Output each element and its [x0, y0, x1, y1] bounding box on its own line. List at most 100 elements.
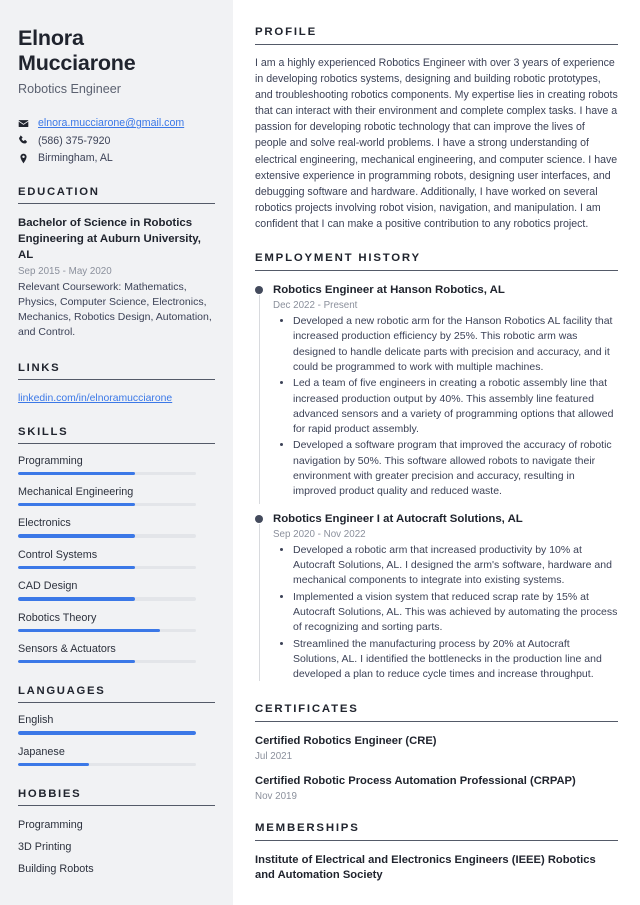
skills-item: Mechanical Engineering	[18, 486, 215, 507]
level-bar-track	[18, 628, 196, 632]
education-section: EDUCATION Bachelor of Science in Robotic…	[18, 186, 215, 340]
languages-heading: LANGUAGES	[18, 685, 215, 704]
education-degree: Bachelor of Science in Robotics Engineer…	[18, 217, 201, 262]
memberships-heading: MEMBERSHIPS	[255, 822, 618, 841]
job-title-text: Robotics Engineer I at Autocraft Solutio…	[273, 512, 523, 525]
skills-item: Sensors & Actuators	[18, 642, 215, 664]
contact-phone-row: (586) 375-7920	[18, 135, 215, 147]
sidebar: Elnora Mucciarone Robotics Engineer elno…	[0, 0, 233, 905]
job-bullet-list: Developed a new robotic arm for the Hans…	[273, 314, 618, 500]
envelope-icon	[18, 118, 32, 129]
employment-section: EMPLOYMENT HISTORY Robotics Engineer at …	[255, 252, 618, 683]
level-bar-track	[18, 762, 196, 767]
job-entry: Robotics Engineer at Hanson Robotics, AL…	[255, 283, 618, 504]
employment-heading: EMPLOYMENT HISTORY	[255, 252, 618, 272]
links-section: LINKS linkedin.com/in/elnoramucciarone	[18, 362, 215, 404]
level-bar-track	[18, 731, 196, 735]
education-description: Relevant Coursework: Mathematics, Physic…	[18, 280, 212, 338]
phone-value: (586) 375-7920	[38, 134, 111, 147]
level-bar-track	[18, 565, 196, 570]
job-bullet: Developed a software program that improv…	[293, 438, 618, 499]
education-date: Sep 2015 - May 2020	[18, 265, 112, 277]
languages-section: LANGUAGES English Japanese	[18, 685, 215, 767]
hobbies-list: Programming 3D Printing Building Robots	[18, 819, 215, 875]
profile-heading: PROFILE	[255, 26, 618, 45]
languages-label: English	[18, 714, 54, 727]
skills-label: Sensors & Actuators	[18, 642, 116, 655]
skills-item: Robotics Theory	[18, 612, 215, 632]
link-item-linkedin[interactable]: linkedin.com/in/elnoramucciarone	[18, 393, 215, 404]
skills-label: CAD Design	[18, 580, 78, 593]
job-entry: Robotics Engineer I at Autocraft Solutio…	[255, 512, 618, 683]
email-link[interactable]: elnora.mucciarone@gmail.com	[38, 117, 184, 129]
job-bullet: Developed a new robotic arm for the Hans…	[293, 314, 618, 375]
location-pin-icon	[18, 153, 32, 164]
name-block: Elnora Mucciarone Robotics Engineer	[18, 26, 215, 97]
skills-item: Electronics	[18, 517, 215, 538]
jobs-list: Robotics Engineer at Hanson Robotics, AL…	[255, 283, 618, 683]
level-bar-fill	[18, 565, 136, 570]
hobby-item: Building Robots	[18, 863, 94, 876]
level-bar-fill	[18, 597, 136, 601]
timeline-dot-icon	[255, 286, 263, 295]
skills-label: Electronics	[18, 517, 71, 530]
job-bullet: Led a team of five engineers in creating…	[293, 376, 618, 437]
hobbies-section: HOBBIES Programming 3D Printing Building R…	[18, 788, 215, 875]
level-bar-track	[18, 534, 196, 538]
level-bar-fill	[18, 762, 90, 767]
languages-item: English	[18, 714, 215, 735]
certificate-name: Certified Robotics Engineer (CRE)	[255, 734, 437, 747]
timeline-line	[258, 295, 260, 504]
hobby-item: 3D Printing	[18, 841, 72, 854]
languages-list: English Japanese	[18, 714, 215, 767]
hobby-item: Programming	[18, 819, 83, 832]
certificates-list: Certified Robotics Engineer (CRE) Jul 202…	[255, 734, 618, 802]
level-bar-fill	[18, 659, 136, 664]
hobbies-heading: HOBBIES	[18, 788, 215, 807]
certificate-name: Certified Robotic Process Automation Pro…	[255, 774, 576, 787]
job-title-text: Robotics Engineer at Hanson Robotics, AL	[273, 284, 505, 297]
location-value: Birmingham, AL	[38, 152, 113, 165]
level-bar-fill	[18, 731, 196, 735]
contact-list: elnora.mucciarone@gmail.com (586) 375-79…	[18, 117, 215, 164]
job-bullet: Implemented a vision system that reduced…	[293, 590, 618, 636]
profile-section: PROFILE I am a highly experienced Roboti…	[255, 26, 618, 232]
certificate-date: Jul 2021	[255, 750, 293, 762]
job-date: Dec 2022 - Present	[273, 299, 358, 311]
level-bar-track	[18, 659, 196, 664]
skills-item: Control Systems	[18, 548, 215, 570]
languages-item: Japanese	[18, 745, 215, 767]
job-bullet: Streamlined the manufacturing process by…	[293, 637, 618, 683]
job-bullet-list: Developed a robotic arm that increased p…	[273, 543, 618, 683]
level-bar-fill	[18, 534, 136, 538]
memberships-list: Institute of Electrical and Electronics …	[255, 853, 618, 884]
skills-label: Robotics Theory	[18, 611, 97, 624]
level-bar-track	[18, 471, 196, 475]
job-bullet: Developed a robotic arm that increased p…	[293, 543, 618, 589]
first-name: Elnora	[18, 26, 84, 50]
contact-email-row: elnora.mucciarone@gmail.com	[18, 117, 215, 129]
level-bar-fill	[18, 503, 136, 507]
memberships-section: MEMBERSHIPS Institute of Electrical and …	[255, 822, 618, 884]
certificates-section: CERTIFICATES Certified Robotics Engineer…	[255, 703, 618, 802]
job-title: Robotics Engineer	[18, 81, 121, 96]
skills-section: SKILLS Programming Mechanical Engineering…	[18, 426, 215, 664]
job-date: Sep 2020 - Nov 2022	[273, 528, 366, 540]
skills-label: Control Systems	[18, 548, 98, 561]
certificate-date: Nov 2019	[255, 790, 297, 802]
timeline-line	[258, 523, 260, 681]
skills-label: Mechanical Engineering	[18, 486, 134, 498]
contact-location-row: Birmingham, AL	[18, 152, 215, 164]
certificates-heading: CERTIFICATES	[255, 703, 618, 722]
certificate-item: Certified Robotics Engineer (CRE) Jul 202…	[255, 734, 618, 762]
education-item: Bachelor of Science in Robotics Engineer…	[18, 216, 215, 340]
skills-item: CAD Design	[18, 580, 215, 601]
level-bar-fill	[18, 471, 136, 475]
membership-name: Institute of Electrical and Electronics …	[255, 853, 596, 882]
certificate-item: Certified Robotic Process Automation Pro…	[255, 774, 618, 802]
skills-list: Programming Mechanical Engineering Electro…	[18, 455, 215, 664]
last-name: Mucciarone	[18, 51, 136, 76]
level-bar-track	[18, 597, 196, 601]
languages-label: Japanese	[18, 745, 65, 758]
timeline-dot-icon	[255, 514, 263, 523]
